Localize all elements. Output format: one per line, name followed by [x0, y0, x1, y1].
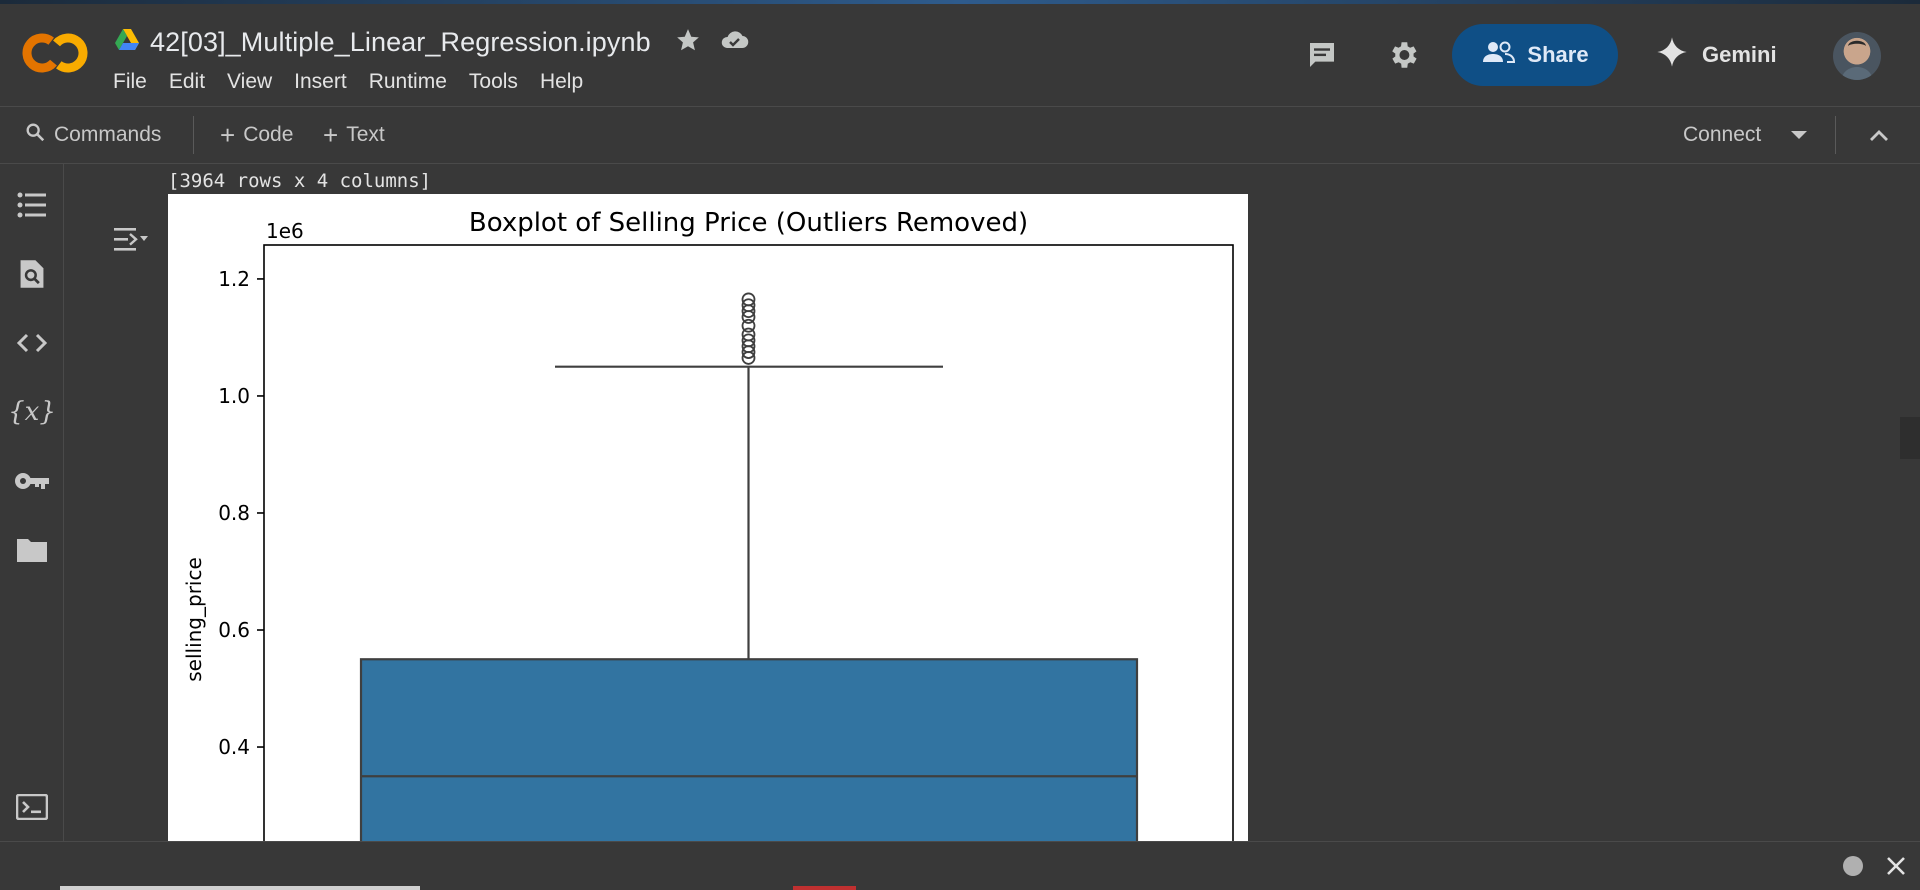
- y-axis-label: selling_price: [182, 557, 206, 682]
- close-icon[interactable]: [1883, 853, 1909, 879]
- files-folder-icon[interactable]: [12, 530, 52, 570]
- boxplot-chart: Boxplot of Selling Price (Outliers Remov…: [182, 208, 1234, 841]
- dataframe-summary-output: [3964 rows x 4 columns]: [168, 170, 432, 192]
- menu-insert[interactable]: Insert: [294, 70, 359, 94]
- status-dot-icon: [1843, 856, 1863, 876]
- colab-logo[interactable]: [22, 31, 88, 75]
- notebook-title[interactable]: 42[03]_Multiple_Linear_Regression.ipynb: [150, 27, 651, 58]
- share-button[interactable]: Share: [1452, 24, 1618, 86]
- toolbar-divider: [193, 116, 194, 154]
- menu-file[interactable]: File: [113, 70, 159, 94]
- top-accent-line: [0, 0, 1920, 4]
- gemini-button[interactable]: Gemini: [1656, 34, 1777, 76]
- menu-bar: File Edit View Insert Runtime Tools Help: [113, 70, 605, 94]
- toolbar-divider: [1835, 116, 1836, 154]
- y-axis-scale-label: 1e6: [266, 219, 304, 243]
- y-tick-label: 0.8: [218, 501, 250, 525]
- y-tick-label: 0.4: [218, 735, 250, 759]
- gemini-label: Gemini: [1702, 42, 1777, 67]
- secrets-key-icon[interactable]: [12, 461, 52, 501]
- comments-icon[interactable]: [1302, 35, 1342, 75]
- plus-icon: +: [220, 119, 236, 150]
- connect-dropdown-icon[interactable]: [1789, 107, 1809, 163]
- search-icon: [24, 121, 46, 149]
- settings-gear-icon[interactable]: [1383, 35, 1423, 75]
- connect-label: Connect: [1683, 123, 1762, 146]
- chart-title: Boxplot of Selling Price (Outliers Remov…: [469, 208, 1028, 238]
- output-actions-icon[interactable]: [110, 222, 150, 258]
- boxplot-output-image: Boxplot of Selling Price (Outliers Remov…: [168, 194, 1248, 841]
- menu-view[interactable]: View: [227, 70, 284, 94]
- bottom-status-bar: [0, 841, 1920, 890]
- add-text-button[interactable]: + Text: [323, 107, 385, 163]
- people-icon: [1481, 40, 1516, 70]
- connect-button[interactable]: Connect: [1683, 107, 1761, 163]
- collapse-header-chevron-up-icon[interactable]: [1868, 107, 1890, 163]
- find-replace-icon[interactable]: [12, 254, 52, 294]
- left-sidebar: {x}: [0, 163, 64, 841]
- variables-icon[interactable]: {x}: [8, 392, 56, 432]
- scrollbar-thumb[interactable]: [1900, 417, 1920, 459]
- progress-strip: [60, 886, 420, 890]
- y-tick-label: 1.2: [218, 267, 250, 291]
- commands-label: Commands: [54, 123, 162, 146]
- share-label: Share: [1527, 42, 1589, 67]
- menu-runtime[interactable]: Runtime: [369, 70, 459, 94]
- notebook-title-row: 42[03]_Multiple_Linear_Regression.ipynb: [114, 24, 749, 60]
- y-tick-label: 0.6: [218, 618, 250, 642]
- cloud-saved-icon[interactable]: [719, 28, 749, 57]
- menu-tools[interactable]: Tools: [469, 70, 530, 94]
- menu-help[interactable]: Help: [540, 70, 595, 94]
- error-strip: [793, 886, 856, 890]
- menu-edit[interactable]: Edit: [169, 70, 217, 94]
- terminal-icon[interactable]: [12, 787, 52, 827]
- y-tick-label: 1.0: [218, 384, 250, 408]
- add-text-label: Text: [346, 123, 385, 146]
- add-code-button[interactable]: + Code: [220, 107, 293, 163]
- drive-icon[interactable]: [114, 28, 140, 57]
- commands-button[interactable]: Commands: [24, 107, 161, 163]
- star-icon[interactable]: [675, 27, 701, 58]
- plus-icon: +: [323, 119, 339, 150]
- user-avatar[interactable]: [1833, 32, 1881, 80]
- code-snippets-icon[interactable]: [12, 323, 52, 363]
- notebook-toolbar: Commands + Code + Text Connect: [0, 106, 1920, 164]
- iqr-box: [359, 658, 1139, 841]
- table-of-contents-icon[interactable]: [12, 185, 52, 225]
- add-code-label: Code: [243, 123, 294, 146]
- gemini-sparkle-icon: [1656, 36, 1688, 74]
